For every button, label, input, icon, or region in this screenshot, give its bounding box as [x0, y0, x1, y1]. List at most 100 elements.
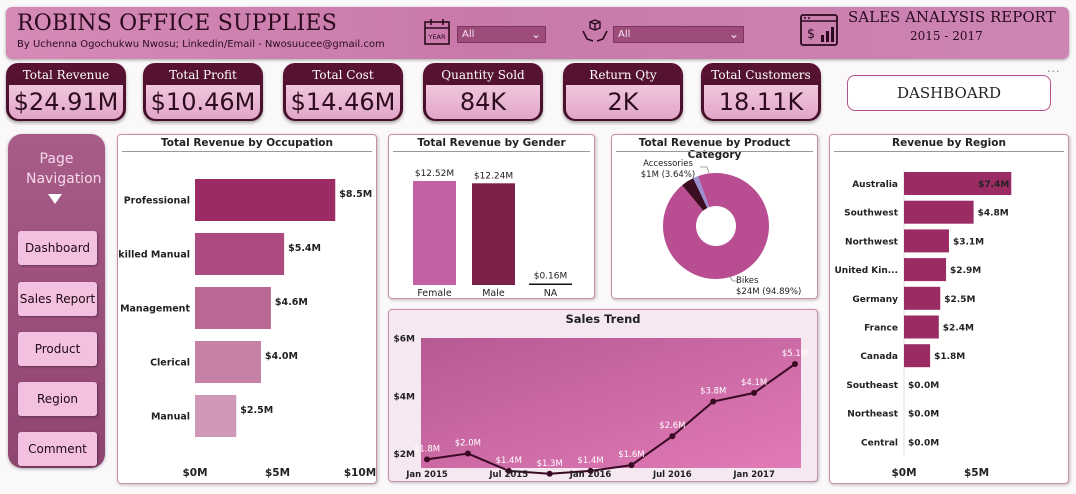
category-label: Skilled Manual — [118, 250, 190, 261]
data-label: $7.4M — [978, 180, 1009, 190]
data-label: $0.0M — [908, 410, 939, 420]
kpi-value: 2K — [566, 85, 680, 119]
data-label: $4.0M — [265, 351, 298, 362]
category-label: Southwest — [844, 209, 899, 219]
more-options-icon[interactable]: ... — [1047, 62, 1061, 75]
data-label: $3.1M — [953, 237, 984, 247]
region-bar — [904, 200, 974, 224]
nav-region-button[interactable]: Region — [18, 382, 97, 416]
category-label: Management — [120, 304, 190, 315]
nav-comment-button[interactable]: Comment — [18, 432, 97, 466]
slice-label: Accessories — [643, 159, 693, 169]
product-category-chart-panel: Total Revenue by Product Category Access… — [611, 134, 818, 299]
category-label: Manual — [151, 412, 190, 423]
kpi-value: $24.91M — [9, 85, 123, 119]
occupation-bar — [195, 395, 237, 437]
nav-title: Page Navigation — [26, 151, 102, 187]
data-point — [464, 450, 471, 457]
kpi-label: Total Revenue — [22, 68, 110, 82]
chevron-down-icon: ⌄ — [530, 27, 541, 41]
data-label: $3.8M — [700, 387, 726, 397]
occupation-chart-panel: Total Revenue by Occupation Professional… — [117, 134, 377, 484]
data-point — [669, 433, 676, 440]
hand-box-icon — [581, 19, 609, 49]
region-bar — [904, 344, 931, 368]
data-label: $1.8M — [934, 352, 965, 362]
category-label: Australia — [852, 180, 898, 190]
data-label: $12.24M — [474, 171, 513, 181]
year-filter-value: All — [462, 29, 475, 40]
product-category-chart: Accessories$1M (3.64%) Bikes$24M (94.89%) — [641, 159, 802, 297]
region-bar — [904, 229, 949, 253]
sales-trend-panel: Sales Trend $2M $4M $6M $1.8M $2.0M $1.4M $1.3… — [388, 309, 818, 482]
brand-title: ROBINS OFFICE SUPPLIES — [17, 11, 337, 36]
data-label: $0.16M — [534, 272, 568, 282]
y-tick-label: $6M — [394, 335, 416, 345]
x-tick-label: Jan 2015 — [405, 470, 448, 480]
occupation-bar — [195, 179, 336, 221]
gender-bar — [472, 183, 515, 285]
data-point — [751, 389, 758, 396]
category-label: NA — [544, 288, 558, 299]
data-point — [546, 470, 553, 477]
data-label: $12.52M — [415, 169, 454, 179]
nav-dashboard-button[interactable]: Dashboard — [18, 231, 97, 265]
y-tick-label: $4M — [394, 392, 416, 402]
nav-sales-report-button[interactable]: Sales Report — [18, 282, 97, 316]
product-filter-dropdown[interactable]: All ⌄ — [613, 26, 744, 43]
data-label: $2.4M — [943, 324, 974, 334]
x-tick-label: Jul 2016 — [652, 470, 692, 480]
report-years: 2015 - 2017 — [910, 29, 983, 43]
region-chart: Australia $7.4M Southwest $4.8M Northwest $3.… — [834, 170, 1012, 479]
author-byline: By Uchenna Ogochukwu Nwosu; Linkedin/Ema… — [17, 39, 385, 50]
x-tick-label: $5M — [265, 467, 290, 479]
gender-chart-panel: Total Revenue by Gender $12.52M Female $12… — [388, 134, 595, 299]
kpi-card-total-revenue: Total Revenue $24.91M — [6, 63, 126, 121]
pie-slice — [663, 173, 769, 279]
region-chart-panel: Revenue by Region Australia $7.4M Southwes… — [829, 134, 1069, 484]
page-navigation-panel: Page Navigation Dashboard Sales Report P… — [8, 134, 105, 468]
product-filter-value: All — [618, 29, 631, 40]
kpi-label: Total Customers — [711, 68, 811, 82]
data-label: $4.6M — [275, 297, 308, 308]
category-label: Central — [861, 438, 898, 448]
occupation-bar — [195, 233, 285, 275]
kpi-card-total-customers: Total Customers 18.11K — [701, 63, 821, 121]
year-filter-dropdown[interactable]: All ⌄ — [457, 26, 546, 43]
chevron-down-icon: ⌄ — [728, 27, 739, 41]
data-label: $1.3M — [537, 459, 563, 469]
data-label: $1.4M — [577, 456, 603, 466]
calendar-year-icon: YEAR — [423, 17, 451, 51]
x-tick-label: Jul 2015 — [488, 470, 528, 480]
data-label: $2.9M — [950, 266, 981, 276]
x-tick-label: Jan 2017 — [732, 470, 775, 480]
dashboard-button[interactable]: DASHBOARD — [847, 75, 1051, 111]
data-point — [628, 462, 635, 469]
gender-bar — [529, 283, 572, 285]
data-point — [710, 398, 717, 405]
kpi-value: 84K — [426, 85, 540, 119]
category-label: Male — [482, 288, 505, 299]
gender-chart: $12.52M Female $12.24M Male $0.16M NA — [413, 169, 572, 299]
data-label: $4.8M — [978, 209, 1009, 219]
x-tick-label: $0M — [182, 467, 207, 479]
category-label: Southeast — [846, 381, 898, 391]
occupation-bar — [195, 287, 271, 329]
region-bar — [904, 258, 947, 282]
category-label: Clerical — [150, 358, 190, 369]
data-label: $2.6M — [659, 421, 685, 431]
kpi-card-total-cost: Total Cost $14.46M — [283, 63, 403, 121]
svg-text:YEAR: YEAR — [427, 33, 446, 41]
y-tick-label: $2M — [394, 450, 416, 460]
data-point — [424, 456, 430, 463]
category-label: Canada — [860, 352, 898, 362]
kpi-label: Total Cost — [312, 68, 374, 82]
slice-label: Bikes — [736, 276, 759, 286]
occupation-chart: Professional $8.5M Skilled Manual $5.4M Mana… — [118, 179, 376, 479]
sales-report-icon: $ — [799, 13, 839, 53]
slice-value-label: $24M (94.89%) — [736, 287, 801, 297]
kpi-card-total-profit: Total Profit $10.46M — [143, 63, 263, 121]
data-label: $2.5M — [240, 405, 273, 416]
nav-product-button[interactable]: Product — [18, 332, 97, 366]
data-label: $1.4M — [496, 456, 522, 466]
